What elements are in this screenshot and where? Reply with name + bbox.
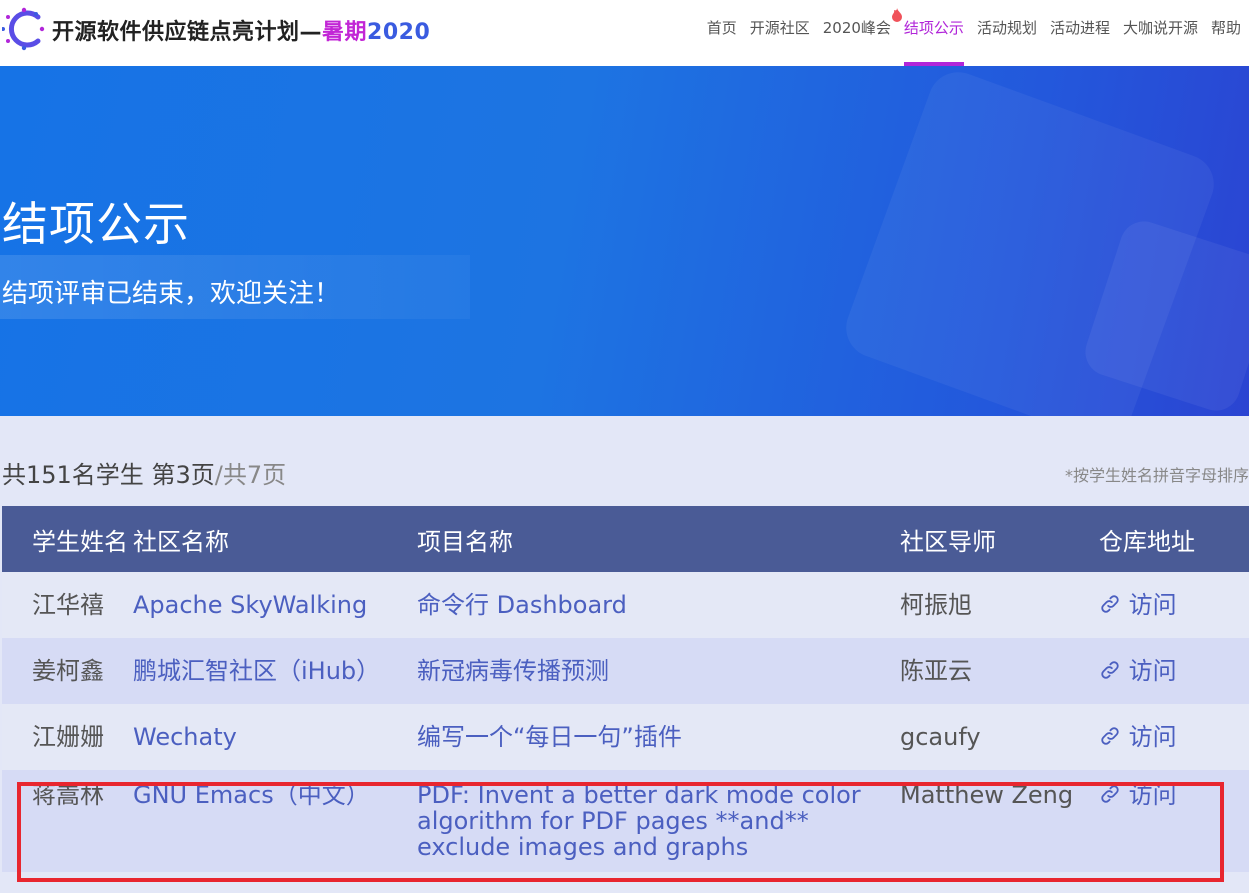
total-pages: /共7页 bbox=[214, 461, 287, 489]
table-header-row: 学生姓名 社区名称 项目名称 社区导师 仓库地址 bbox=[2, 506, 1249, 572]
page-title: 结项公示 bbox=[2, 197, 190, 251]
repo-visit-link[interactable]: 访问 bbox=[1099, 704, 1249, 770]
mentor-name: Matthew Zeng bbox=[900, 781, 1074, 809]
student-name: 江姗姗 bbox=[32, 723, 104, 751]
result-count: 共151名学生 第3页/共7页 bbox=[2, 455, 286, 490]
nav-final-results[interactable]: 结项公示 bbox=[903, 0, 964, 66]
nav-communities[interactable]: 开源社区 bbox=[750, 0, 810, 66]
nav-expert-talks[interactable]: 大咖说开源 bbox=[1123, 0, 1198, 66]
mentor-name: 柯振旭 bbox=[900, 591, 972, 619]
nav-summit-label: 2020峰会 bbox=[822, 19, 891, 37]
student-count: 共151名学生 bbox=[2, 461, 144, 489]
site-title-year: 2020 bbox=[367, 20, 431, 45]
current-page: 第3页 bbox=[151, 461, 215, 489]
repo-visit-label: 访问 bbox=[1128, 591, 1177, 619]
community-link[interactable]: Wechaty bbox=[133, 704, 417, 770]
table-row: 江华禧 Apache SkyWalking 命令行 Dashboard 柯振旭 … bbox=[2, 572, 1249, 638]
hero-banner: 结项公示 结项评审已结束，欢迎关注！ bbox=[0, 66, 1249, 416]
table-row: 姜柯鑫 鹏城汇智社区（iHub） 新冠病毒传播预测 陈亚云 访问 bbox=[2, 638, 1249, 704]
nav-summit[interactable]: 2020峰会 bbox=[822, 0, 902, 66]
site-title-main: 开源软件供应链点亮计划 bbox=[52, 20, 300, 45]
student-name: 蒋嵩林 bbox=[32, 781, 104, 809]
student-name: 姜柯鑫 bbox=[32, 657, 104, 685]
main-nav: 首页 开源社区 2020峰会 结项公示 活动规划 活动进程 大咖说开源 帮助 bbox=[707, 0, 1241, 66]
link-icon bbox=[1101, 661, 1119, 679]
link-icon bbox=[1101, 785, 1119, 803]
link-icon bbox=[1101, 595, 1119, 613]
site-title-dash: — bbox=[299, 20, 323, 45]
repo-visit-link[interactable]: 访问 bbox=[1099, 572, 1249, 638]
table-row: 蒋嵩林 GNU Emacs（中文） PDF: Invent a better d… bbox=[2, 770, 1249, 872]
nav-help[interactable]: 帮助 bbox=[1211, 0, 1241, 66]
column-header-student: 学生姓名 bbox=[2, 506, 133, 572]
project-link[interactable]: 命令行 Dashboard bbox=[417, 572, 900, 638]
logo-icon[interactable] bbox=[2, 7, 46, 51]
community-link[interactable]: 鹏城汇智社区（iHub） bbox=[133, 638, 417, 704]
site-title[interactable]: 开源软件供应链点亮计划—暑期2020 bbox=[52, 14, 430, 46]
page-subtitle: 结项评审已结束，欢迎关注！ bbox=[2, 279, 341, 309]
site-title-season: 暑期 bbox=[322, 20, 368, 45]
project-link[interactable]: 编写一个“每日一句”插件 bbox=[417, 704, 900, 770]
project-link[interactable]: 新冠病毒传播预测 bbox=[417, 638, 900, 704]
community-link[interactable]: Apache SkyWalking bbox=[133, 572, 417, 638]
results-table: 学生姓名 社区名称 项目名称 社区导师 仓库地址 江华禧 Apache SkyW… bbox=[2, 506, 1249, 872]
student-name: 江华禧 bbox=[32, 591, 104, 619]
repo-visit-label: 访问 bbox=[1128, 781, 1177, 809]
top-navbar: 开源软件供应链点亮计划—暑期2020 首页 开源社区 2020峰会 结项公示 活… bbox=[0, 0, 1249, 66]
link-icon bbox=[1101, 727, 1119, 745]
column-header-community: 社区名称 bbox=[133, 506, 417, 572]
repo-visit-link[interactable]: 访问 bbox=[1099, 638, 1249, 704]
flame-icon bbox=[891, 8, 902, 22]
column-header-project: 项目名称 bbox=[417, 506, 900, 572]
project-link[interactable]: PDF: Invent a better dark mode color alg… bbox=[417, 770, 900, 872]
table-row: 江姗姗 Wechaty 编写一个“每日一句”插件 gcaufy 访问 bbox=[2, 704, 1249, 770]
nav-activity-plan[interactable]: 活动规划 bbox=[977, 0, 1037, 66]
mentor-name: gcaufy bbox=[900, 723, 981, 751]
column-header-repo: 仓库地址 bbox=[1099, 506, 1249, 572]
nav-activity-progress[interactable]: 活动进程 bbox=[1050, 0, 1110, 66]
mentor-name: 陈亚云 bbox=[900, 657, 972, 685]
nav-home[interactable]: 首页 bbox=[707, 0, 737, 66]
repo-visit-link[interactable]: 访问 bbox=[1099, 770, 1249, 828]
sort-note: *按学生姓名拼音字母排序 bbox=[1064, 466, 1249, 485]
repo-visit-label: 访问 bbox=[1128, 657, 1177, 685]
community-link[interactable]: GNU Emacs（中文） bbox=[133, 770, 417, 828]
column-header-mentor: 社区导师 bbox=[900, 506, 1099, 572]
repo-visit-label: 访问 bbox=[1128, 723, 1177, 751]
